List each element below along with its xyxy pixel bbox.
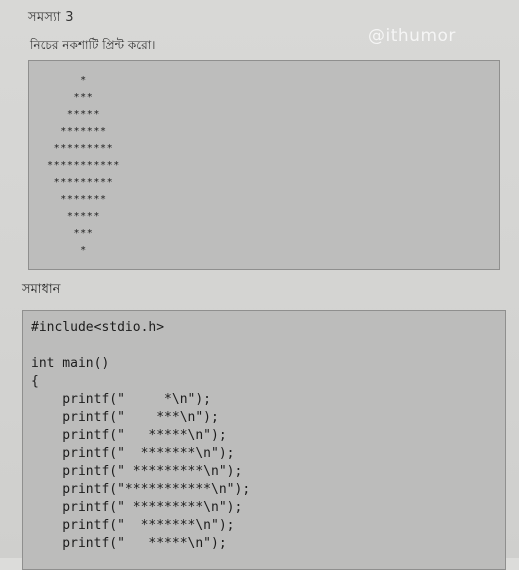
code-line: { xyxy=(31,374,39,389)
pattern-line: * xyxy=(47,245,87,256)
pattern-line: *** xyxy=(47,92,94,103)
pattern-line: * xyxy=(47,75,87,86)
pattern-line: ***** xyxy=(47,109,100,120)
code-box: #include<stdio.h> int main() { printf(" … xyxy=(22,310,506,570)
code-line: #include<stdio.h> xyxy=(31,320,165,335)
output-pattern-box: * *** ***** ******* ********* **********… xyxy=(28,60,500,270)
code-line: printf(" ***\n"); xyxy=(31,410,219,425)
code-line: printf(" *****\n"); xyxy=(31,428,227,443)
pattern-line: ******* xyxy=(47,126,107,137)
code-line: printf("***********\n"); xyxy=(31,482,251,497)
code-line: printf(" *********\n"); xyxy=(31,464,243,479)
pattern-line: ********* xyxy=(47,177,114,188)
code-line: printf(" *********\n"); xyxy=(31,500,243,515)
problem-instruction: নিচের নকশাটি প্রিন্ট করো। xyxy=(30,38,156,52)
pattern-line: *********** xyxy=(47,160,120,171)
pattern-line: ******* xyxy=(47,194,107,205)
code-line: printf(" *****\n"); xyxy=(31,536,227,551)
problem-title: সমস্যা 3 xyxy=(28,10,74,25)
code-line: printf(" *\n"); xyxy=(31,392,212,407)
pattern-line: *** xyxy=(47,228,94,239)
code-line: printf(" *******\n"); xyxy=(31,446,235,461)
book-page: সমস্যা 3 নিচের নকশাটি প্রিন্ট করো। @ithu… xyxy=(0,0,519,570)
solution-title: সমাধান xyxy=(22,282,61,297)
watermark: @ithumor xyxy=(368,26,456,46)
pattern-line: ***** xyxy=(47,211,100,222)
code-line: printf(" *******\n"); xyxy=(31,518,235,533)
code-line: int main() xyxy=(31,356,110,371)
pattern-line: ********* xyxy=(47,143,114,154)
